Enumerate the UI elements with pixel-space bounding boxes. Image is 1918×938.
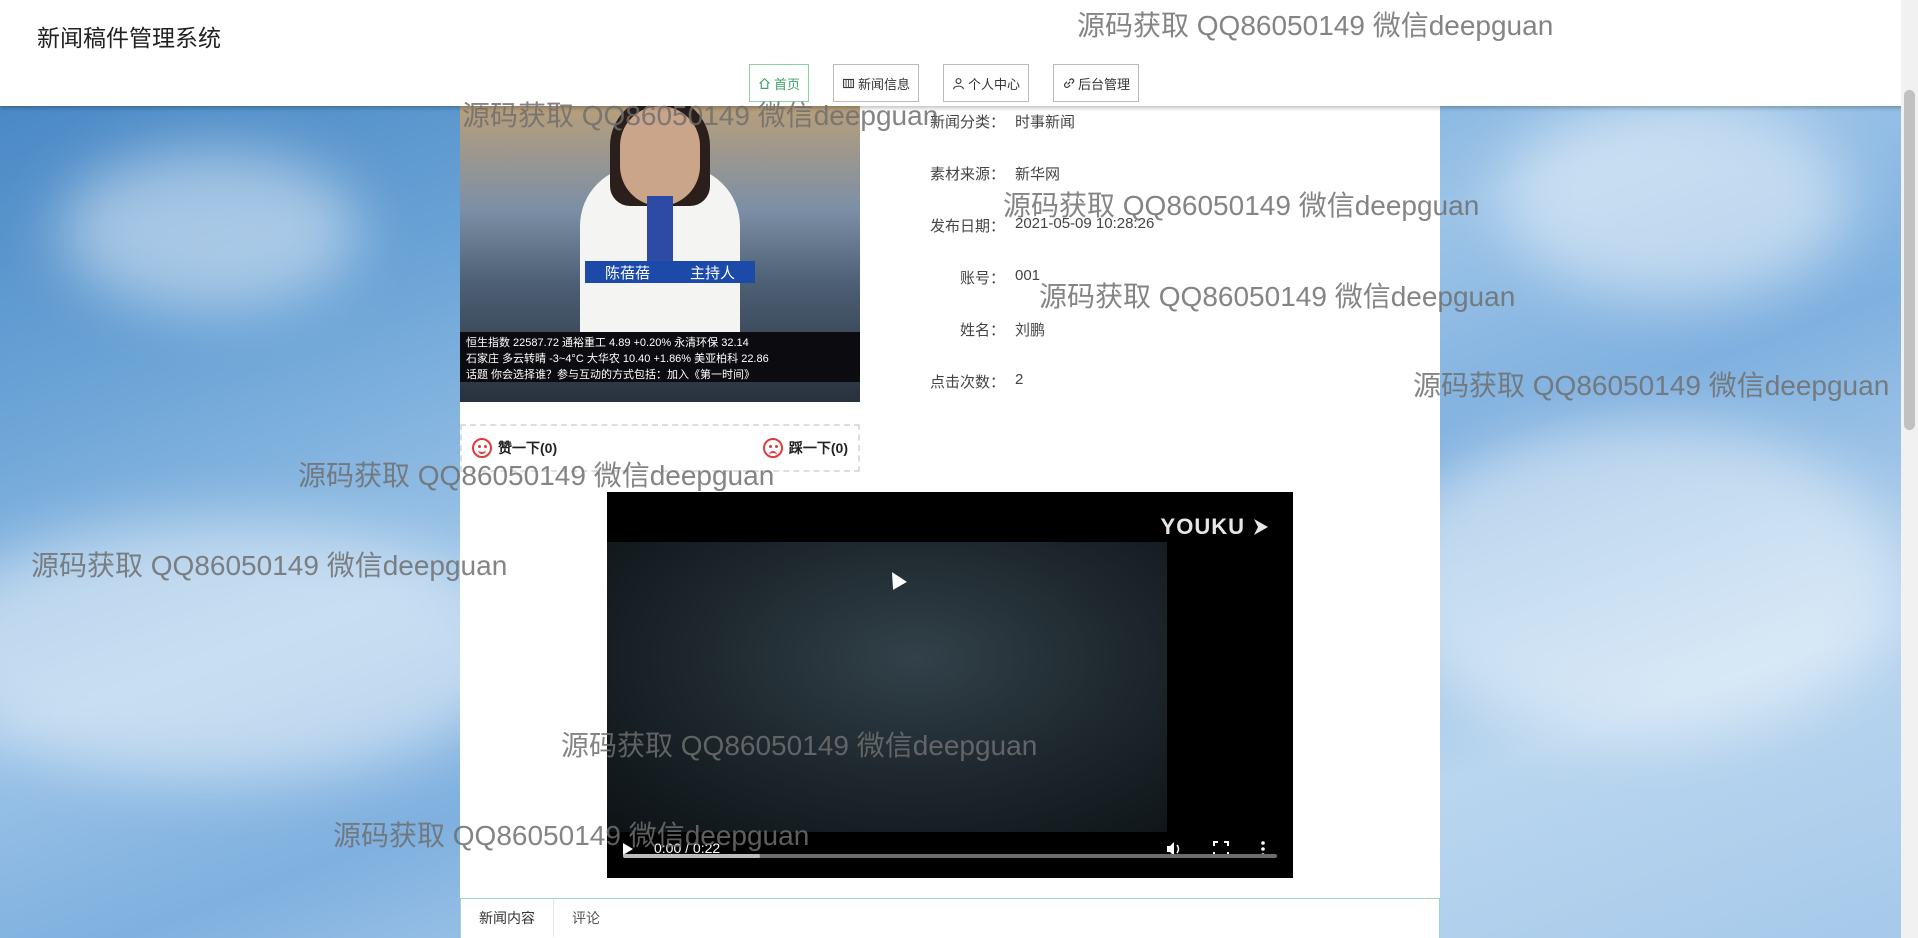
nav-news-button[interactable]: 新闻信息	[833, 64, 920, 102]
nav-home-button[interactable]: 首页	[749, 64, 810, 102]
ticker-line: 石家庄 多云转晴 -3~4°C 大华农 10.40 +1.86% 美亚柏科 22…	[466, 353, 769, 365]
content-tabs: 新闻内容 评论	[460, 898, 1440, 938]
scrollbar-thumb[interactable]	[1904, 90, 1915, 430]
news-image: 陈蓓蓓 主持人 恒生指数 22587.72 通裕重工 4.89 +0.20% 永…	[460, 106, 860, 402]
like-label: 赞一下(0)	[498, 440, 558, 456]
ticker-line: 恒生指数 22587.72 通裕重工 4.89 +0.20% 永清环保 32.1…	[466, 337, 749, 349]
caption-role: 主持人	[689, 264, 735, 282]
watermark-text: 源码获取 QQ86050149 微信deepguan	[1413, 370, 1890, 401]
page-scrollbar[interactable]	[1901, 0, 1918, 938]
video-frame	[607, 542, 1167, 832]
dislike-button[interactable]: 踩一下(0)	[762, 438, 848, 458]
video-progress-bar[interactable]	[623, 854, 1277, 858]
nav-home-label: 首页	[774, 76, 801, 92]
detail-value: 刘鹏	[1015, 322, 1046, 339]
video-brand-logo: YOUKU	[1161, 514, 1271, 540]
detail-label: 姓名：	[959, 322, 1005, 339]
stock-ticker: 恒生指数 22587.72 通裕重工 4.89 +0.20% 永清环保 32.1…	[460, 332, 860, 382]
vote-bar: 赞一下(0) 踩一下(0)	[460, 424, 860, 472]
video-controls: 0:00 / 0:22	[607, 818, 1293, 878]
nav-profile-label: 个人中心	[968, 76, 1021, 92]
smile-icon	[472, 438, 492, 458]
detail-row-clicks: 点击次数： 2	[900, 371, 1320, 391]
detail-row-source: 素材来源： 新华网	[900, 163, 1320, 183]
tab-comments[interactable]: 评论	[554, 899, 618, 937]
anchor-face	[620, 106, 700, 206]
background-cloud	[60, 150, 360, 310]
detail-label: 发布日期：	[929, 218, 1005, 235]
detail-label: 账号：	[959, 270, 1005, 287]
video-brand: YOUKU	[1160, 514, 1245, 539]
detail-label: 素材来源：	[929, 166, 1005, 183]
caption-name: 陈蓓蓓	[604, 264, 650, 282]
news-icon	[843, 78, 854, 88]
name-caption: 陈蓓蓓 主持人	[585, 261, 755, 283]
video-progress-fill	[623, 854, 761, 858]
detail-value: 001	[1015, 267, 1041, 284]
like-button[interactable]: 赞一下(0)	[472, 438, 557, 458]
dislike-label: 踩一下(0)	[788, 440, 848, 456]
home-icon	[759, 77, 770, 89]
anchor-blouse	[647, 196, 673, 266]
main-nav: 首页 新闻信息 个人中心 后台管理	[749, 64, 1140, 102]
detail-value: 2	[1015, 371, 1024, 388]
tab-news-content[interactable]: 新闻内容	[461, 899, 554, 937]
video-player[interactable]: YOUKU 0:00 / 0:22	[607, 492, 1293, 878]
nav-profile-button[interactable]: 个人中心	[943, 64, 1030, 102]
nav-admin-label: 后台管理	[1078, 76, 1131, 92]
detail-row-date: 发布日期： 2021-05-09 10:28:26	[900, 215, 1320, 235]
background-cloud	[0, 520, 520, 780]
detail-value: 2021-05-09 10:28:26	[1015, 215, 1155, 232]
background-cloud	[1500, 100, 1850, 300]
detail-row-account: 账号： 001	[900, 267, 1320, 287]
detail-row-name: 姓名： 刘鹏	[900, 319, 1320, 339]
site-title: 新闻稿件管理系统	[37, 25, 221, 51]
detail-row-category: 新闻分类： 时事新闻	[900, 111, 1320, 131]
frown-icon	[762, 438, 783, 458]
link-icon	[1064, 77, 1075, 88]
detail-value: 时事新闻	[1015, 114, 1076, 131]
nav-news-label: 新闻信息	[858, 76, 911, 92]
detail-label: 点击次数：	[929, 374, 1005, 391]
detail-value: 新华网	[1015, 166, 1061, 183]
nav-admin-button[interactable]: 后台管理	[1053, 64, 1140, 102]
ticker-line: 话题 你会选择谁？参与互动的方式包括：加入《第一时间》	[466, 369, 756, 381]
top-header: 新闻稿件管理系统 首页 新闻信息 个人中心 后台管理	[0, 0, 1918, 106]
detail-label: 新闻分类：	[929, 114, 1005, 131]
background-cloud	[1380, 420, 1900, 740]
user-icon	[953, 77, 964, 89]
play-arrow-icon	[1254, 519, 1268, 535]
